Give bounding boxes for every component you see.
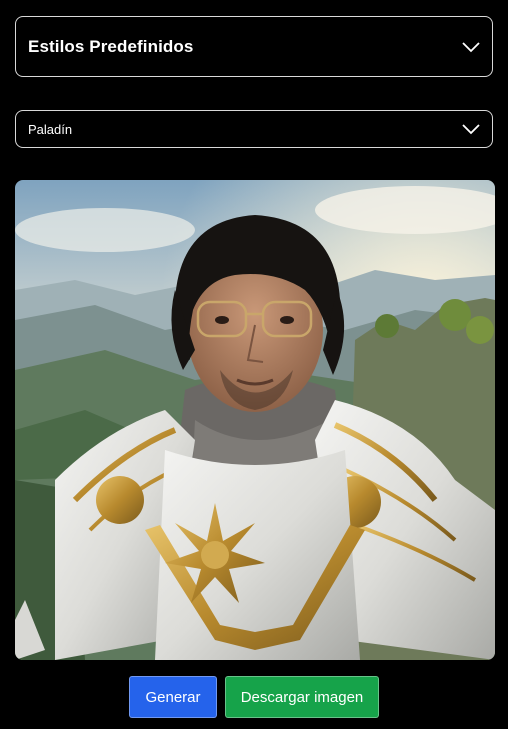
preset-select[interactable]: Paladín [15, 110, 493, 148]
chevron-down-icon [462, 41, 480, 53]
generate-button[interactable]: Generar [129, 676, 217, 718]
chevron-down-icon [462, 123, 480, 135]
download-image-button-label: Descargar imagen [240, 688, 364, 706]
preset-select-value: Paladín [28, 121, 73, 137]
styles-dropdown-label: Estilos Predefinidos [28, 36, 194, 56]
download-image-button[interactable]: Descargar imagen [225, 676, 379, 718]
generated-image [15, 180, 495, 660]
generate-button-label: Generar [145, 688, 201, 706]
styles-dropdown[interactable]: Estilos Predefinidos [15, 16, 493, 77]
